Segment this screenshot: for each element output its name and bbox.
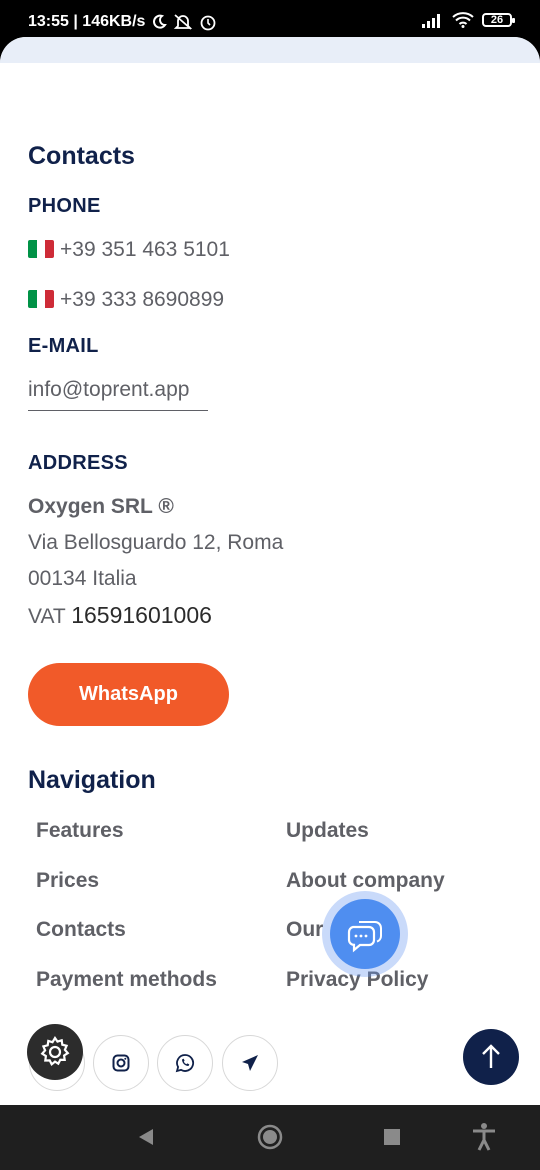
address-heading: ADDRESS	[28, 452, 128, 474]
email-heading: E-MAIL	[28, 335, 99, 357]
alarm-icon	[201, 15, 216, 31]
arrow-up-icon	[482, 1044, 500, 1068]
email-link[interactable]: info@toprent.app	[28, 378, 189, 402]
contacts-title: Contacts	[28, 142, 135, 170]
navigation-title: Navigation	[28, 766, 156, 794]
nav-about-company[interactable]: About company	[286, 869, 445, 893]
nav-payment-methods[interactable]: Payment methods	[36, 968, 217, 992]
social-whatsapp-button[interactable]	[157, 1035, 213, 1091]
whatsapp-icon	[175, 1054, 194, 1073]
address-city: 00134 Italia	[28, 567, 137, 590]
company-name: Oxygen SRL ®	[28, 495, 174, 518]
nav-contacts[interactable]: Contacts	[36, 918, 126, 942]
recents-icon[interactable]	[383, 1128, 401, 1146]
social-telegram-button[interactable]	[222, 1035, 278, 1091]
instagram-icon	[112, 1054, 130, 1072]
phone-link-2[interactable]: +39 333 8690899	[28, 288, 224, 312]
nav-features[interactable]: Features	[36, 819, 124, 843]
vat-line: VAT 16591601006	[28, 602, 212, 629]
home-icon[interactable]	[257, 1124, 283, 1150]
back-icon[interactable]	[137, 1127, 155, 1147]
accessibility-icon[interactable]	[470, 1122, 498, 1152]
contact-sheet: Contacts PHONE +39 351 463 5101 +39 333 …	[0, 37, 540, 1105]
battery-indicator: 26	[482, 13, 515, 27]
address-street: Via Bellosguardo 12, Roma	[28, 531, 284, 554]
nav-updates[interactable]: Updates	[286, 819, 369, 843]
vat-label: VAT	[28, 605, 66, 628]
social-instagram-button[interactable]	[93, 1035, 149, 1091]
whatsapp-button[interactable]: WhatsApp	[28, 663, 229, 726]
sheet-top-band	[0, 37, 540, 63]
chat-button[interactable]	[322, 891, 408, 977]
gear-icon	[40, 1035, 70, 1067]
status-left: 13:55 | 146KB/s	[28, 13, 217, 31]
signal-icon	[422, 14, 440, 28]
status-time: 13:55 | 146KB/s	[28, 13, 146, 30]
italy-flag-icon	[28, 240, 54, 258]
status-right: 26	[422, 12, 515, 28]
vat-number: 16591601006	[71, 602, 212, 628]
scroll-top-button[interactable]	[463, 1029, 519, 1085]
email-underline	[28, 410, 208, 411]
nav-our[interactable]: Our	[286, 918, 323, 942]
nav-prices[interactable]: Prices	[36, 869, 99, 893]
telegram-icon	[242, 1055, 258, 1071]
settings-button[interactable]	[27, 1024, 83, 1080]
phone-number: +39 333 8690899	[60, 288, 225, 311]
moon-icon	[153, 14, 168, 29]
phone-heading: PHONE	[28, 195, 101, 217]
phone-link-1[interactable]: +39 351 463 5101	[28, 238, 230, 262]
chat-button-inner	[330, 899, 400, 969]
bell-off-icon	[174, 14, 193, 30]
italy-flag-icon	[28, 290, 54, 308]
system-nav-bar	[0, 1105, 540, 1170]
wifi-icon	[452, 12, 474, 28]
chat-bubbles-icon	[347, 921, 382, 953]
phone-number: +39 351 463 5101	[60, 238, 230, 261]
